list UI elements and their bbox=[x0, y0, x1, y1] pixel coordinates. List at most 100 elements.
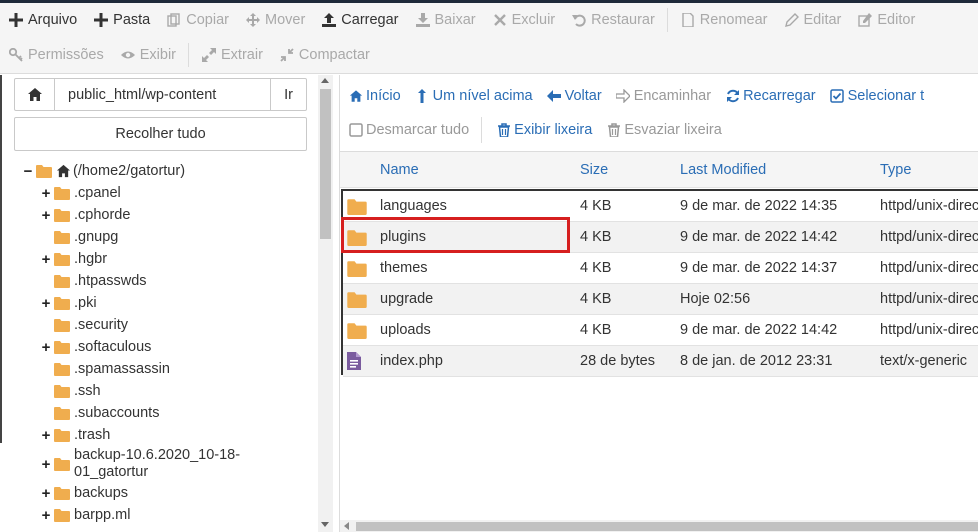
expand-icon[interactable]: + bbox=[40, 207, 52, 224]
folder-icon bbox=[347, 253, 369, 283]
tree-item[interactable]: + .cphorde bbox=[40, 204, 131, 226]
nav-label: Voltar bbox=[564, 88, 602, 104]
toolbar-compactar-button[interactable]: Compactar bbox=[271, 38, 378, 72]
tree-item[interactable]: + backups bbox=[40, 482, 128, 504]
expand-icon[interactable]: + bbox=[40, 295, 52, 312]
cell-size: 28 de bytes bbox=[580, 353, 655, 369]
go-button[interactable]: Ir bbox=[270, 79, 306, 110]
file-table: Name Size Last Modified Type languages 4 … bbox=[340, 151, 978, 532]
toolbar-excluir-button[interactable]: Excluir bbox=[484, 3, 564, 37]
toolbar-extrair-button[interactable]: Extrair bbox=[193, 38, 271, 72]
toolbar-row-2: Permissões Exibir Extrair Compactar bbox=[0, 38, 378, 72]
cell-size: 4 KB bbox=[580, 260, 612, 276]
tree-item[interactable]: + barpp.ml bbox=[40, 504, 131, 526]
col-header-type[interactable]: Type bbox=[880, 152, 911, 188]
expand-icon[interactable]: + bbox=[40, 339, 52, 356]
tree-item[interactable]: + .softaculous bbox=[40, 336, 152, 358]
toolbar-editor-button[interactable]: Editor bbox=[849, 3, 923, 37]
nav-label: Exibir lixeira bbox=[514, 122, 593, 138]
toolbar-copiar-button[interactable]: Copiar bbox=[158, 3, 237, 37]
tree-item-label: .gnupg bbox=[74, 229, 119, 245]
folder-icon bbox=[54, 486, 70, 500]
toolbar-baixar-button[interactable]: Baixar bbox=[407, 3, 484, 37]
file-list-pane: Início Um nível acima Voltar Encaminhar Reca… bbox=[339, 75, 978, 532]
tree-item[interactable]: + .cpanel bbox=[40, 182, 121, 204]
tree-item[interactable]: .spamassassin bbox=[40, 358, 170, 380]
toolbar-mover-button[interactable]: Mover bbox=[237, 3, 313, 37]
toolbar-arquivo-button[interactable]: Arquivo bbox=[0, 3, 85, 37]
refresh-icon bbox=[725, 89, 740, 104]
expand-icon[interactable]: + bbox=[40, 485, 52, 502]
collapse-icon[interactable]: − bbox=[22, 163, 34, 180]
toolbar-carregar-button[interactable]: Carregar bbox=[313, 3, 406, 37]
toolbar-pasta-button[interactable]: Pasta bbox=[85, 3, 158, 37]
cell-modified: 8 de jan. de 2012 23:31 bbox=[680, 353, 833, 369]
tree-item[interactable]: .security bbox=[40, 314, 128, 336]
tree-item-label: .cphorde bbox=[74, 207, 131, 223]
scroll-down-arrow-icon[interactable] bbox=[321, 522, 329, 527]
tree-item[interactable]: + backup-10.6.2020_10-18-01_gatortur bbox=[40, 446, 264, 482]
nav-voltar-button[interactable]: Voltar bbox=[539, 79, 608, 113]
nav-esvaziar-lixeira-button[interactable]: Esvaziar lixeira bbox=[598, 113, 728, 147]
expand-icon[interactable]: + bbox=[40, 456, 52, 473]
tree-item[interactable]: + .hgbr bbox=[40, 248, 107, 270]
path-bar: Ir bbox=[14, 78, 307, 111]
nav-encaminhar-button[interactable]: Encaminhar bbox=[608, 79, 717, 113]
folder-icon bbox=[54, 318, 70, 332]
folder-icon bbox=[54, 384, 70, 398]
toolbar-restaurar-button[interactable]: Restaurar bbox=[563, 3, 663, 37]
tree-item[interactable]: + .pki bbox=[40, 292, 97, 314]
col-header-size[interactable]: Size bbox=[580, 152, 608, 188]
cell-type: text/x-generic bbox=[880, 353, 968, 369]
expand-icon[interactable]: + bbox=[40, 427, 52, 444]
nav-exibir-lixeira-button[interactable]: Exibir lixeira bbox=[488, 113, 598, 147]
cell-name: plugins bbox=[380, 229, 426, 245]
toolbar-permiss-es-button[interactable]: Permissões bbox=[0, 38, 112, 72]
tree-item[interactable]: .htpasswds bbox=[40, 270, 147, 292]
download-icon bbox=[415, 12, 431, 28]
tree-item[interactable]: − (/home2/gatortur) bbox=[22, 160, 185, 182]
nav-label: Recarregar bbox=[743, 88, 816, 104]
table-row[interactable]: languages 4 KB 9 de mar. de 2022 14:35 http… bbox=[343, 191, 978, 222]
col-header-last-modified[interactable]: Last Modified bbox=[680, 152, 766, 188]
path-input[interactable] bbox=[55, 79, 270, 110]
horizontal-scroll-thumb[interactable] bbox=[356, 522, 978, 531]
toolbar-label: Renomear bbox=[699, 12, 768, 28]
scroll-left-arrow-icon[interactable] bbox=[344, 522, 349, 530]
table-horizontal-scrollbar[interactable] bbox=[340, 520, 978, 532]
expand-icon[interactable]: + bbox=[40, 251, 52, 268]
toolbar-label: Restaurar bbox=[591, 12, 655, 28]
toolbar-editar-button[interactable]: Editar bbox=[776, 3, 850, 37]
tree-item-label: .softaculous bbox=[74, 339, 152, 355]
table-row[interactable]: plugins 4 KB 9 de mar. de 2022 14:42 httpd/… bbox=[343, 222, 978, 253]
nav-label: Um nível acima bbox=[432, 88, 533, 104]
nav-desmarcar-tudo-button[interactable]: Desmarcar tudo bbox=[340, 113, 475, 147]
toolbar-renomear-button[interactable]: Renomear bbox=[672, 3, 776, 37]
expand-icon[interactable]: + bbox=[40, 507, 52, 524]
tree-item[interactable]: .subaccounts bbox=[40, 402, 159, 424]
file-icon bbox=[680, 12, 696, 28]
expand-icon[interactable]: + bbox=[40, 185, 52, 202]
path-home-button[interactable] bbox=[15, 79, 55, 110]
scroll-up-arrow-icon[interactable] bbox=[321, 78, 329, 83]
folder-icon bbox=[347, 222, 369, 252]
cell-type: httpd/unix-directory bbox=[880, 229, 978, 245]
tree-item[interactable]: .gnupg bbox=[40, 226, 118, 248]
tree-item-label: (/home2/gatortur) bbox=[73, 163, 186, 179]
table-row[interactable]: upgrade 4 KB Hoje 02:56 httpd/unix-director… bbox=[343, 284, 978, 315]
table-row[interactable]: uploads 4 KB 9 de mar. de 2022 14:42 httpd/… bbox=[343, 315, 978, 346]
tree-item[interactable]: + .trash bbox=[40, 424, 111, 446]
tree-item-label: .cpanel bbox=[74, 185, 121, 201]
col-header-name[interactable]: Name bbox=[380, 152, 419, 188]
scroll-thumb[interactable] bbox=[320, 89, 331, 239]
table-row[interactable]: index.php 28 de bytes 8 de jan. de 2012 23… bbox=[343, 346, 978, 377]
toolbar-exibir-button[interactable]: Exibir bbox=[112, 38, 184, 72]
table-row[interactable]: themes 4 KB 9 de mar. de 2022 14:37 httpd/u… bbox=[343, 253, 978, 284]
nav-um-n-vel-acima-button[interactable]: Um nível acima bbox=[407, 79, 539, 113]
tree-vertical-scrollbar[interactable] bbox=[318, 75, 333, 532]
nav-in-cio-button[interactable]: Início bbox=[340, 79, 407, 113]
nav-recarregar-button[interactable]: Recarregar bbox=[717, 79, 822, 113]
tree-item[interactable]: .ssh bbox=[40, 380, 101, 402]
collapse-all-button[interactable]: Recolher tudo bbox=[14, 117, 307, 151]
nav-selecionar-t-button[interactable]: Selecionar t bbox=[822, 79, 931, 113]
